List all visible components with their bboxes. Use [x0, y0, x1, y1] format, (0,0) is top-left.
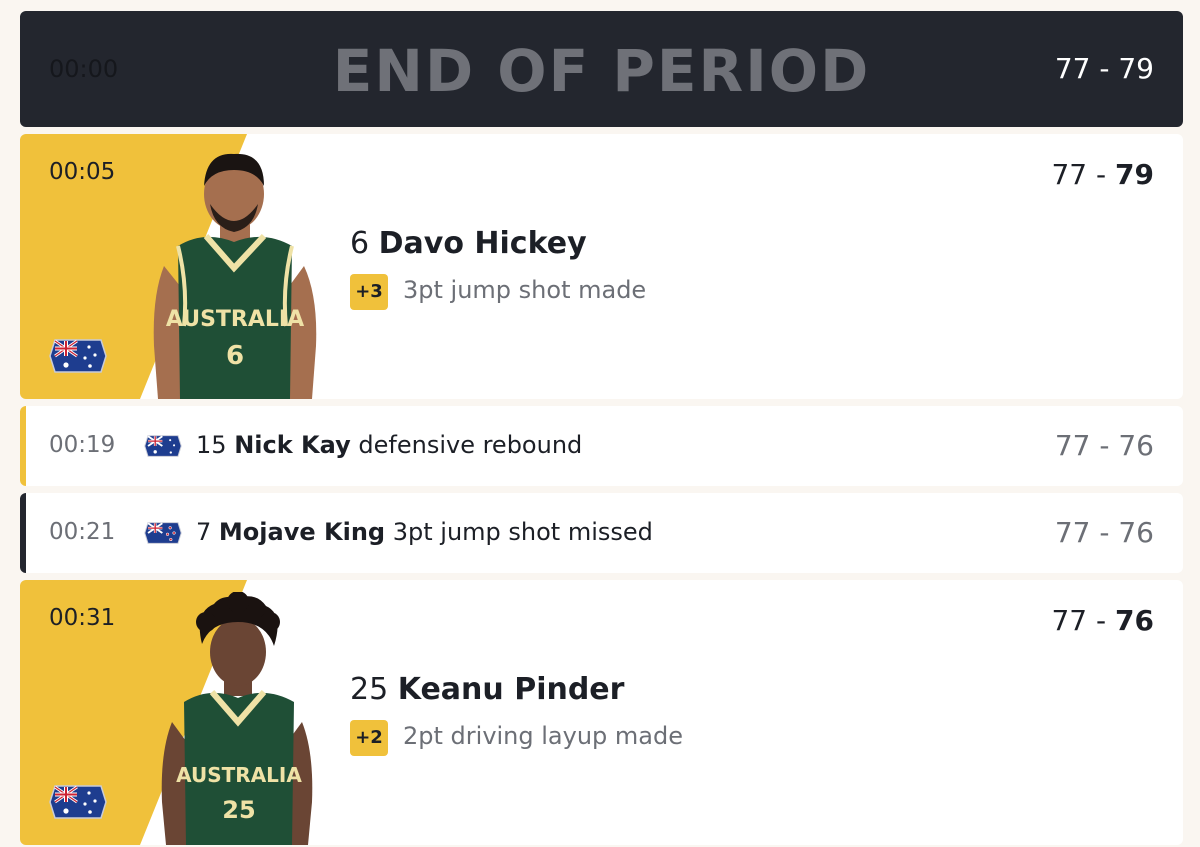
event-time: 00:21: [49, 519, 116, 545]
play-card-keanu-pinder[interactable]: 00:31 77 - 76 AUSTRALIA 25 25 Keanu Pind…: [20, 580, 1183, 845]
event-description: 3pt jump shot made: [403, 276, 647, 304]
player-photo: AUSTRALIA 6: [153, 153, 317, 399]
points-badge: +2: [350, 720, 388, 756]
event-time: 00:19: [49, 432, 116, 458]
jersey-team-text: AUSTRALIA: [176, 763, 302, 787]
event-row-mojave-king[interactable]: 00:21 7 Mojave King 3pt jump shot missed…: [20, 493, 1183, 573]
end-of-period-banner: 00:00 END OF PERIOD 77 - 79: [20, 11, 1183, 127]
event-score: 77 - 76: [1054, 429, 1154, 462]
event-time: 00:31: [49, 605, 116, 631]
jersey-number-text: 25: [222, 796, 255, 824]
period-title: END OF PERIOD: [332, 37, 871, 105]
event-text: 15 Nick Kay defensive rebound: [196, 431, 583, 459]
period-score: 77 - 79: [1054, 52, 1154, 85]
jersey-team-text: AUSTRALIA: [166, 307, 304, 332]
points-badge: +3: [350, 274, 388, 310]
australia-flag-icon: [144, 433, 182, 463]
team-color-bar: [20, 406, 26, 486]
australia-flag-icon: [49, 782, 107, 826]
player-photo: AUSTRALIA 25: [161, 592, 313, 845]
event-score: 77 - 79: [1051, 158, 1154, 191]
play-card-davo-hickey[interactable]: 00:05 77 - 79 AUSTRALIA 6 6 Davo Hickey …: [20, 134, 1183, 399]
jersey-number-text: 6: [226, 341, 244, 371]
event-time: 00:05: [49, 159, 116, 185]
event-description: 2pt driving layup made: [403, 722, 683, 750]
event-score: 77 - 76: [1054, 516, 1154, 549]
player-name: 25 Keanu Pinder: [350, 672, 625, 707]
australia-flag-icon: [49, 336, 107, 380]
new-zealand-flag-icon: [144, 520, 182, 550]
event-text: 7 Mojave King 3pt jump shot missed: [196, 518, 653, 546]
event-score: 77 - 76: [1051, 604, 1154, 637]
event-row-nick-kay[interactable]: 00:19 15 Nick Kay defensive rebound 77 -…: [20, 406, 1183, 486]
player-name: 6 Davo Hickey: [350, 226, 587, 261]
team-color-bar: [20, 493, 26, 573]
